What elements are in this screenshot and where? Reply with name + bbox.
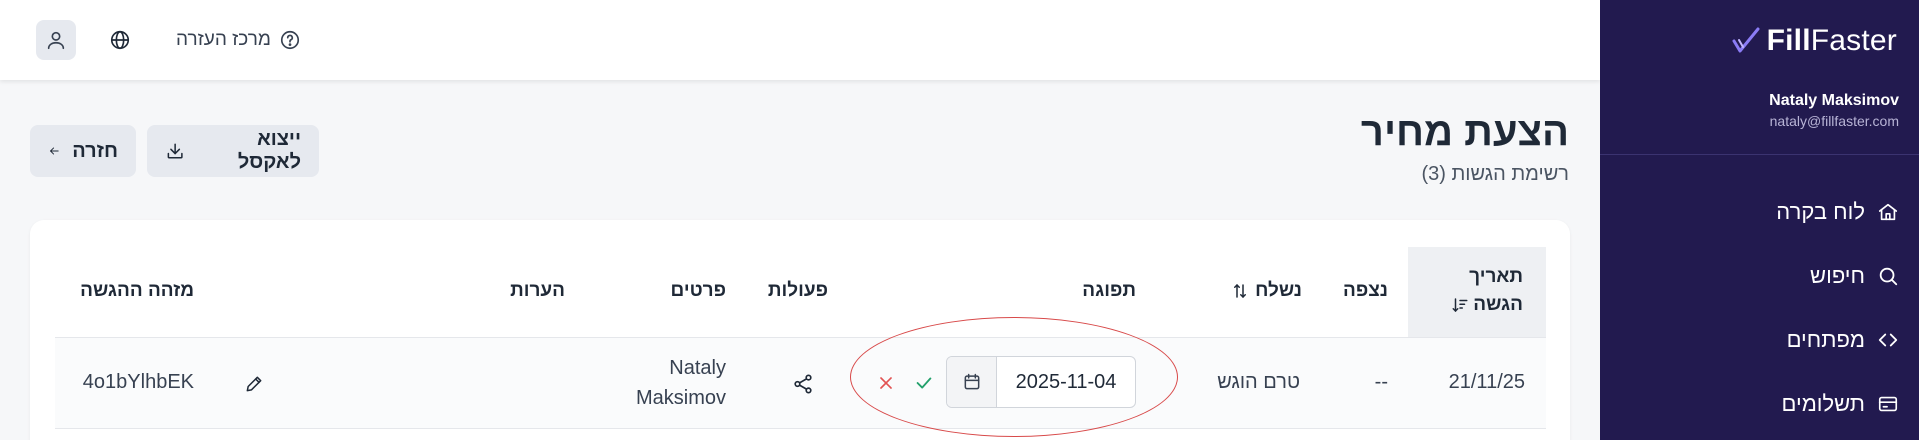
help-center-label: מרכז העזרה <box>176 29 271 50</box>
user-icon <box>47 31 65 50</box>
sidebar-item-payments[interactable]: תשלומים <box>1776 372 1899 436</box>
sort-icon <box>1234 283 1247 299</box>
header-details: פרטים <box>670 280 726 301</box>
header-notes: הערות <box>510 280 565 301</box>
download-icon <box>167 143 183 159</box>
home-icon <box>1878 203 1898 221</box>
sidebar: FillFaster Nataly Maksimov nataly@fillfa… <box>1600 0 1919 440</box>
help-center-link[interactable]: מרכז העזרה <box>176 26 301 54</box>
brand-fill: Fill <box>1766 24 1811 57</box>
cell-viewed: -- <box>1374 371 1388 393</box>
cell-submission-id: 4o1bYlhbEK <box>82 371 194 393</box>
user-profile-button[interactable] <box>36 20 76 60</box>
brand-faster: Faster <box>1810 24 1897 57</box>
sidebar-user: Nataly Maksimov nataly@fillfaster.com <box>1769 92 1899 129</box>
sidebar-nav: לוח בקרה חיפוש מפתחים תשלומים <box>1776 180 1899 436</box>
brand-logo[interactable]: FillFaster <box>1731 24 1897 58</box>
sort-desc-icon <box>1452 298 1468 313</box>
export-label: ייצוא לאקסל <box>237 128 301 173</box>
header-actions: פעולות <box>767 280 828 301</box>
user-email: nataly@fillfaster.com <box>1769 113 1899 129</box>
search-icon <box>1879 267 1898 286</box>
sidebar-divider <box>1600 154 1919 155</box>
header-sent-label: נשלח <box>1255 280 1302 301</box>
sidebar-item-dashboard[interactable]: לוח בקרה <box>1776 180 1899 244</box>
annotation-ellipse <box>850 317 1178 437</box>
export-excel-button[interactable]: ייצוא לאקסל <box>147 125 319 177</box>
language-button[interactable] <box>106 26 134 54</box>
top-bar: מרכז העזרה <box>0 0 1600 80</box>
share-button[interactable] <box>790 371 816 397</box>
back-label: חזרה <box>72 139 118 162</box>
help-circle-icon <box>280 30 299 50</box>
user-name: Nataly Maksimov <box>1769 92 1899 109</box>
sidebar-item-label: תשלומים <box>1781 391 1866 416</box>
sidebar-item-label: מפתחים <box>1786 327 1865 352</box>
header-sent[interactable]: נשלח <box>1231 280 1302 302</box>
header-viewed: נצפה <box>1343 280 1388 301</box>
back-button[interactable]: חזרה <box>30 125 136 177</box>
sidebar-item-label: לוח בקרה <box>1776 199 1865 224</box>
header-date-line1: תאריך <box>1469 266 1523 287</box>
cell-details: Nataly Maksimov <box>636 353 726 413</box>
details-last-name: Maksimov <box>635 387 726 409</box>
sidebar-item-label: חיפוש <box>1810 263 1865 288</box>
code-icon <box>1878 333 1898 347</box>
globe-icon <box>110 30 130 50</box>
page-subtitle: רשימת הגשות (3) <box>1421 163 1569 185</box>
cell-submission-date: 21/11/25 <box>1448 371 1525 393</box>
header-submission-date[interactable]: תאריך הגשה <box>1451 263 1523 319</box>
sidebar-item-search[interactable]: חיפוש <box>1776 244 1899 308</box>
sidebar-item-developers[interactable]: מפתחים <box>1776 308 1899 372</box>
cell-sent: טרם הוגש <box>1217 371 1300 393</box>
header-response: תפוגה <box>1082 280 1136 301</box>
edit-notes-button[interactable] <box>241 371 267 397</box>
details-first-name: Nataly <box>669 357 726 379</box>
share-icon <box>794 374 812 394</box>
pencil-icon <box>246 376 262 392</box>
fillfaster-logo-icon <box>1732 27 1760 53</box>
page-title: הצעת מחיר <box>1360 110 1569 154</box>
arrow-left-icon <box>50 147 59 155</box>
credit-card-icon <box>1878 396 1898 412</box>
header-date-line2: הגשה <box>1473 294 1523 315</box>
header-submission-id: מזהה ההגשה <box>80 280 194 301</box>
